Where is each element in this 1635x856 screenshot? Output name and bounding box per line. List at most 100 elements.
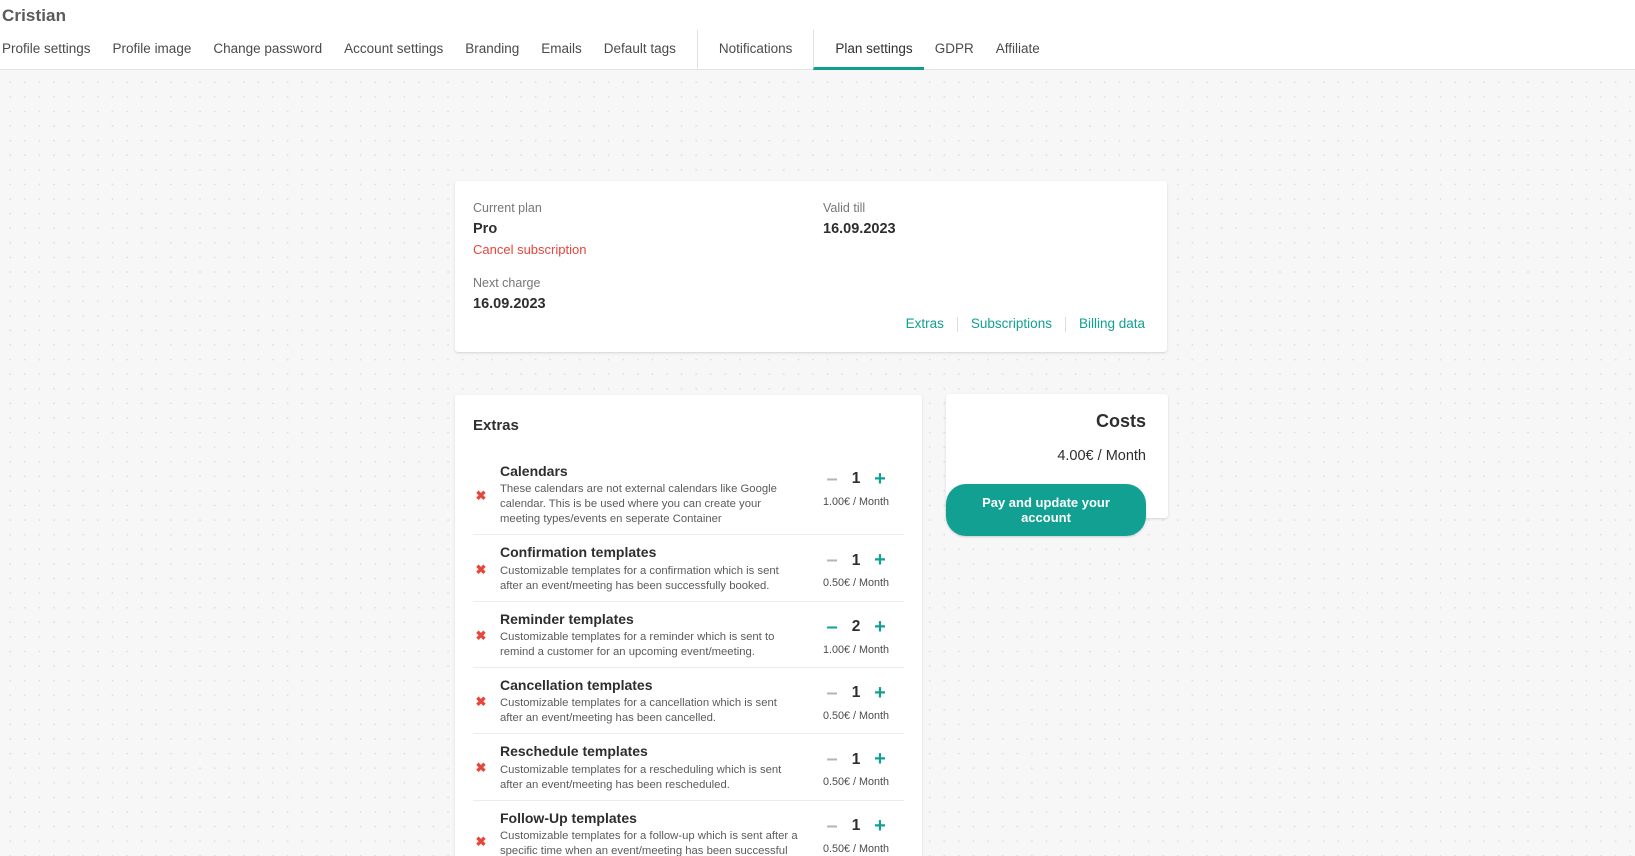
minus-icon[interactable]: –: [825, 816, 839, 836]
valid-till-value: 16.09.2023: [823, 220, 896, 237]
extra-controls: –1 +0.50€ / Month: [808, 741, 904, 788]
minus-icon[interactable]: –: [825, 617, 839, 637]
extra-row: ✖ Reminder templates Customizable template…: [473, 600, 904, 667]
extra-text-block: Cancellation templates Customizable templ…: [489, 675, 808, 726]
plan-left-column: Current plan Pro Cancel subscription Nex…: [473, 199, 823, 314]
extra-text-block: Reschedule templates Customizable templat…: [489, 741, 808, 792]
extra-price: 0.50€ / Month: [822, 577, 890, 590]
extra-row: ✖ Calendars These calendars are not extern…: [473, 454, 904, 534]
extra-description: Customizable templates for a confirmatio…: [500, 564, 779, 592]
tab-default-tags[interactable]: Default tags: [593, 30, 687, 70]
extra-row: ✖ Reschedule templates Customizable templa…: [473, 733, 904, 799]
costs-card: Costs 4.00€ / Month Pay and update your …: [946, 394, 1168, 537]
current-plan-card: Current plan Pro Cancel subscription Nex…: [455, 181, 1167, 352]
quantity-stepper: –2 +: [808, 617, 904, 637]
quantity-value: 1: [851, 470, 861, 488]
next-charge-value: 16.09.2023: [473, 295, 546, 312]
page-content: Current plan Pro Cancel subscription Nex…: [0, 70, 1635, 856]
tab-emails[interactable]: Emails: [530, 30, 593, 70]
plan-actions: Extras Subscriptions Billing data: [893, 316, 1147, 332]
extras-row-list: ✖ Calendars These calendars are not extern…: [455, 454, 922, 856]
extra-controls: –1 +0.50€ / Month: [808, 808, 904, 855]
extra-name: Cancellation templates: [500, 677, 653, 693]
extra-name: Reschedule templates: [500, 743, 648, 760]
extra-name: Calendars: [500, 463, 568, 479]
tab-affiliate[interactable]: Affiliate: [985, 30, 1051, 70]
quantity-stepper: –1 +: [808, 469, 904, 489]
quantity-value: 2: [851, 617, 861, 635]
extra-description: Customizable templates for a reschedulin…: [500, 763, 782, 791]
extra-description: Customizable templates for a cancellatio…: [500, 697, 777, 725]
quantity-stepper: –1 +: [808, 683, 904, 703]
tab-account-settings[interactable]: Account settings: [333, 30, 454, 70]
costs-title: Costs: [1095, 411, 1146, 431]
tab-branding[interactable]: Branding: [454, 30, 530, 70]
plus-icon[interactable]: +: [873, 683, 887, 703]
tab-profile-settings[interactable]: Profile settings: [0, 30, 102, 70]
extra-price: 0.50€ / Month: [822, 710, 890, 722]
tab-change-password[interactable]: Change password: [202, 30, 333, 70]
tab-notifications[interactable]: Notifications: [696, 30, 804, 70]
costs-amount: 4.00€ / Month: [1057, 448, 1146, 465]
remove-extra-button[interactable]: ✖: [473, 563, 489, 576]
minus-icon[interactable]: –: [825, 469, 839, 489]
valid-till-label: Valid till: [823, 201, 866, 215]
page-header: Cristian Profile settings Profile image Ch…: [0, 0, 1635, 70]
tab-plan-settings[interactable]: Plan settings: [813, 30, 924, 70]
current-plan-value: Pro: [473, 220, 498, 237]
tab-profile-image[interactable]: Profile image: [102, 30, 203, 70]
extra-name: Reminder templates: [500, 610, 634, 627]
plan-action-extras[interactable]: Extras: [893, 316, 958, 332]
plus-icon[interactable]: +: [873, 749, 887, 769]
extra-text-block: Calendars These calendars are not externa…: [489, 461, 808, 527]
extra-description: These calendars are not external calenda…: [500, 483, 777, 526]
tab-gdpr[interactable]: GDPR: [924, 30, 985, 70]
extra-description: Customizable templates for a reminder wh…: [500, 630, 775, 658]
cancel-subscription-link[interactable]: Cancel subscription: [473, 240, 586, 260]
plan-action-subscriptions[interactable]: Subscriptions: [958, 316, 1066, 332]
current-plan-label: Current plan: [473, 201, 542, 215]
close-x-icon[interactable]: ✖: [476, 629, 487, 642]
quantity-value: 1: [851, 684, 861, 702]
quantity-value: 1: [851, 816, 861, 834]
remove-extra-button[interactable]: ✖: [473, 761, 489, 774]
plus-icon[interactable]: +: [873, 617, 887, 637]
remove-extra-button[interactable]: ✖: [473, 835, 489, 848]
extra-price: 1.00€ / Month: [822, 643, 890, 656]
plus-icon[interactable]: +: [873, 469, 887, 489]
settings-tabbar: Profile settings Profile image Change pass…: [0, 30, 1635, 70]
extra-name: Follow-Up templates: [500, 809, 637, 826]
quantity-stepper: –1 +: [808, 550, 904, 570]
extra-row: ✖ Confirmation templates Customizable temp…: [473, 534, 904, 600]
remove-extra-button[interactable]: ✖: [473, 695, 489, 708]
minus-icon[interactable]: –: [825, 683, 839, 703]
extra-controls: –1 +1.00€ / Month: [808, 461, 904, 508]
plus-icon[interactable]: +: [873, 816, 887, 836]
extra-controls: –2 +1.00€ / Month: [808, 609, 904, 656]
remove-extra-button[interactable]: ✖: [473, 629, 489, 642]
quantity-stepper: –1 +: [808, 816, 904, 836]
quantity-value: 1: [851, 750, 861, 768]
remove-extra-button[interactable]: ✖: [473, 489, 489, 502]
extra-controls: –1 + 0.50€ / Month: [808, 542, 904, 589]
minus-icon[interactable]: –: [825, 550, 839, 570]
extra-name: Confirmation templates: [500, 544, 657, 561]
plan-info-grid: Current plan Pro Cancel subscription Nex…: [473, 199, 1143, 314]
close-x-icon[interactable]: ✖: [476, 489, 487, 502]
plus-icon[interactable]: +: [873, 550, 887, 570]
extra-description: Customizable templates for a follow-up w…: [500, 829, 798, 856]
extra-price: 1.00€ / Month: [822, 496, 890, 508]
minus-icon[interactable]: –: [825, 749, 839, 769]
next-charge-group: Next charge 16.09.2023: [473, 274, 823, 314]
close-x-icon[interactable]: ✖: [476, 563, 487, 576]
close-x-icon[interactable]: ✖: [476, 695, 487, 708]
next-charge-label: Next charge: [473, 275, 541, 290]
extras-card-title: Extras: [473, 417, 519, 434]
extra-text-block: Follow-Up templates Customizable template…: [489, 808, 808, 856]
close-x-icon[interactable]: ✖: [476, 761, 487, 774]
close-x-icon[interactable]: ✖: [476, 835, 487, 848]
pay-and-update-button[interactable]: Pay and update your account: [946, 484, 1146, 537]
plan-action-billing-data[interactable]: Billing data: [1066, 316, 1147, 332]
extra-price: 0.50€ / Month: [822, 776, 890, 789]
extra-text-block: Reminder templates Customizable templates…: [489, 609, 808, 660]
